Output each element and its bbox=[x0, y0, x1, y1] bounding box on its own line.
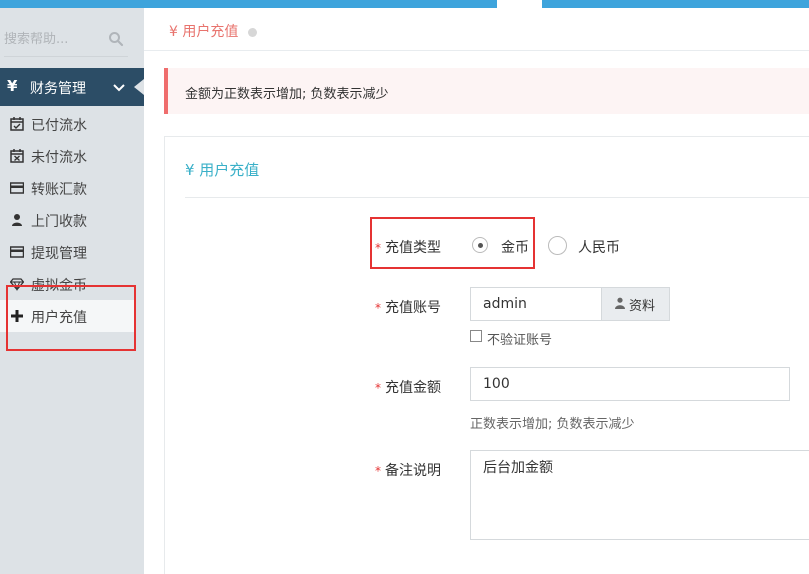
type-option-rmb[interactable]: 人民币 bbox=[578, 237, 620, 257]
search-input[interactable] bbox=[4, 26, 104, 52]
calendar-x-icon bbox=[10, 149, 24, 163]
yen-icon: ¥ bbox=[7, 77, 18, 95]
panel-divider bbox=[185, 197, 809, 198]
profile-button[interactable]: 资料 bbox=[602, 287, 670, 321]
chevron-down-icon bbox=[113, 84, 125, 92]
sidebar-search bbox=[4, 26, 128, 57]
breadcrumb-bar: ¥ 用户充值 bbox=[144, 8, 809, 51]
amount-label: * 充值金额 bbox=[375, 377, 475, 397]
sidebar-item-label: 已付流水 bbox=[31, 118, 87, 134]
info-alert: 金额为正数表示增加; 负数表示减少 bbox=[164, 68, 809, 114]
breadcrumb-tab[interactable]: ¥ 用户充值 bbox=[169, 21, 258, 41]
highlight-box-type bbox=[370, 217, 535, 269]
credit-card-icon bbox=[10, 182, 24, 194]
top-accent-gap bbox=[497, 0, 542, 8]
profile-button-label: 资料 bbox=[629, 299, 656, 314]
top-accent-bar bbox=[0, 0, 809, 8]
user-icon bbox=[12, 214, 22, 226]
required-mark: * bbox=[375, 301, 381, 315]
sidebar-item-label: 提现管理 bbox=[31, 246, 87, 262]
note-textarea[interactable]: 后台加金额 bbox=[470, 450, 809, 540]
sidebar-item-unpaid-flow[interactable]: 未付流水 bbox=[0, 140, 144, 172]
credit-card-icon bbox=[10, 246, 24, 258]
amount-input[interactable] bbox=[470, 367, 790, 401]
sidebar-item-door-collection[interactable]: 上门收款 bbox=[0, 204, 144, 236]
recharge-panel: ¥ 用户充值 *充值类型 金币 人民币 *充值账号 资料 不验证账号 *充值金额 bbox=[164, 136, 809, 574]
skip-verify-label[interactable]: 不验证账号 bbox=[487, 329, 552, 348]
user-icon bbox=[615, 297, 625, 309]
sidebar-item-paid-flow[interactable]: 已付流水 bbox=[0, 108, 144, 140]
skip-verify-checkbox[interactable] bbox=[470, 330, 482, 342]
account-label: * 充值账号 bbox=[375, 297, 475, 317]
type-radio-rmb[interactable] bbox=[548, 236, 567, 255]
active-notch bbox=[134, 79, 144, 95]
highlight-box-sidebar bbox=[6, 285, 136, 351]
account-input[interactable] bbox=[470, 287, 602, 321]
sidebar-group-finance[interactable]: ¥ 财务管理 bbox=[0, 68, 144, 106]
breadcrumb-label: ¥ 用户充值 bbox=[169, 24, 239, 40]
alert-text: 金额为正数表示增加; 负数表示减少 bbox=[185, 87, 389, 102]
required-mark: * bbox=[375, 464, 381, 478]
calendar-check-icon bbox=[10, 117, 24, 131]
amount-label-text: 充值金额 bbox=[385, 380, 441, 396]
sidebar-item-label: 未付流水 bbox=[31, 150, 87, 166]
amount-hint: 正数表示增加; 负数表示减少 bbox=[470, 417, 635, 432]
sidebar-item-label: 上门收款 bbox=[31, 214, 87, 230]
note-label-text: 备注说明 bbox=[385, 463, 441, 479]
search-icon[interactable] bbox=[108, 31, 124, 47]
panel-title: ¥ 用户充值 bbox=[185, 161, 260, 179]
note-label: * 备注说明 bbox=[375, 460, 475, 480]
sidebar-item-label: 转账汇款 bbox=[31, 182, 87, 198]
required-mark: * bbox=[375, 381, 381, 395]
account-label-text: 充值账号 bbox=[385, 300, 441, 316]
sidebar-item-transfer[interactable]: 转账汇款 bbox=[0, 172, 144, 204]
sidebar-group-label: 财务管理 bbox=[30, 81, 86, 97]
tab-close-dot-icon[interactable] bbox=[248, 27, 258, 37]
sidebar-item-withdraw[interactable]: 提现管理 bbox=[0, 236, 144, 268]
main-content: ¥ 用户充值 金额为正数表示增加; 负数表示减少 ¥ 用户充值 * 充值类型 金币… bbox=[144, 8, 809, 574]
